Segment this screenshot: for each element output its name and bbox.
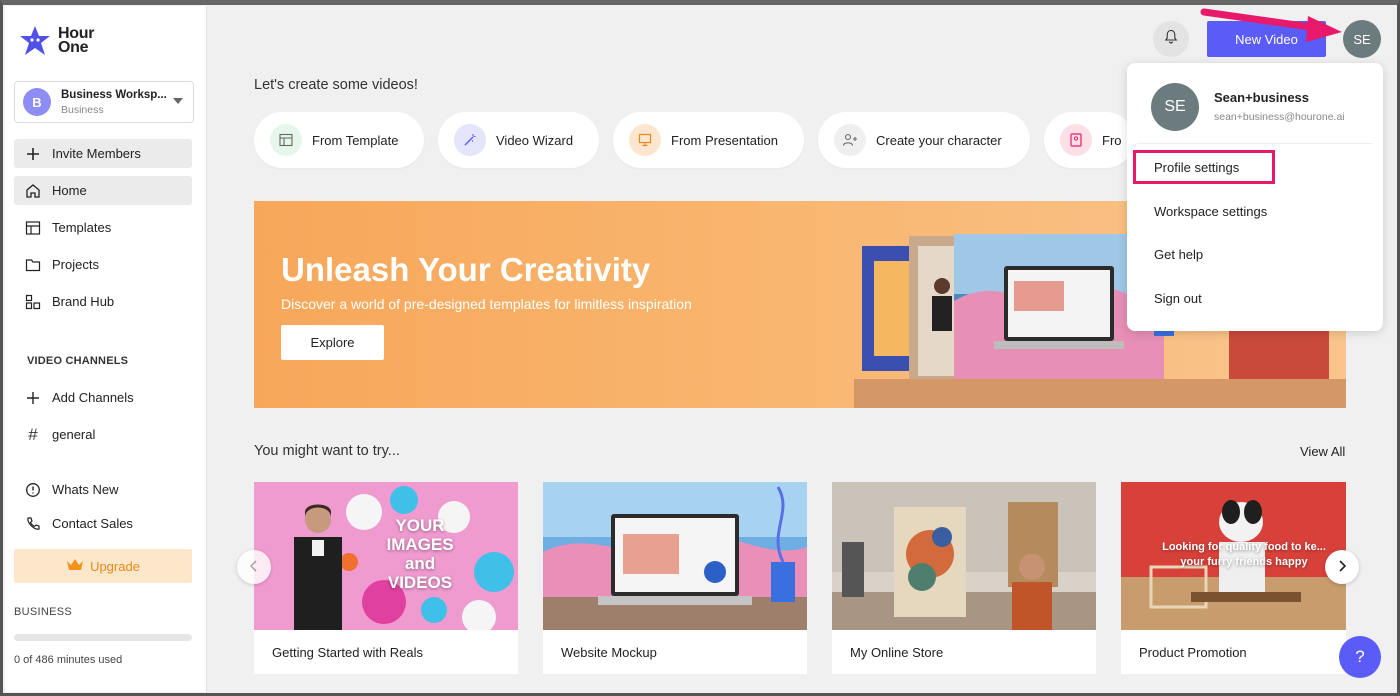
sidebar-item-projects[interactable]: Projects [14, 250, 192, 279]
card-thumbnail-text: Looking for quality food to ke... your f… [1162, 541, 1326, 568]
upgrade-button[interactable]: Upgrade [14, 549, 192, 583]
template-card[interactable]: YOUR IMAGES and VIDEOS Getting Started w… [254, 482, 518, 674]
suggestions-heading: You might want to try... [254, 443, 400, 459]
template-card[interactable]: Website Mockup [543, 482, 807, 674]
from-portrait-button[interactable]: Fro [1044, 112, 1134, 168]
phone-icon [24, 515, 42, 533]
card-thumbnail: Looking for quality food to ke... your f… [1121, 482, 1346, 630]
video-channels-heading: VIDEO CHANNELS [27, 355, 129, 367]
from-template-button[interactable]: From Template [254, 112, 424, 168]
sign-out-item[interactable]: Sign out [1154, 291, 1202, 306]
workspace-switcher[interactable]: B Business Worksp... Business [14, 81, 194, 123]
whats-new-button[interactable]: Whats New [14, 475, 192, 504]
from-presentation-button[interactable]: From Presentation [613, 112, 804, 168]
brand-hub-icon [24, 293, 42, 311]
sidebar-item-home[interactable]: Home [14, 176, 192, 205]
add-channels-label: Add Channels [52, 390, 134, 405]
banner-title: Unleash Your Creativity [281, 251, 651, 288]
carousel-prev-button[interactable] [237, 550, 271, 584]
notifications-button[interactable] [1153, 21, 1189, 57]
add-channels-button[interactable]: Add Channels [14, 383, 192, 412]
whats-new-label: Whats New [52, 482, 119, 497]
sidebar-item-label: Brand Hub [52, 294, 115, 309]
folder-icon [24, 256, 42, 274]
annotation-highlight-box [1133, 150, 1275, 184]
sidebar-item-label: Templates [52, 220, 112, 235]
card-thumbnail [543, 482, 807, 630]
logo-text: Hour One [58, 25, 95, 56]
templates-icon [24, 219, 42, 237]
workspace-avatar: B [23, 88, 51, 116]
sidebar-item-label: Home [52, 183, 87, 198]
card-thumbnail-text: YOUR IMAGES and VIDEOS [386, 516, 454, 592]
quick-action-label: Video Wizard [496, 132, 574, 148]
view-all-link[interactable]: View All [1300, 444, 1345, 459]
sidebar-item-brand-hub[interactable]: Brand Hub [14, 287, 192, 316]
gift-icon [24, 481, 42, 499]
channel-label: general [52, 427, 96, 442]
menu-divider [1137, 143, 1373, 144]
hash-icon: # [28, 424, 38, 444]
quick-action-label: Fro [1102, 132, 1122, 148]
quick-action-label: Create your character [876, 132, 1002, 148]
video-wizard-button[interactable]: Video Wizard [438, 112, 599, 168]
home-icon [24, 182, 42, 200]
presentation-icon [629, 124, 661, 156]
chevron-right-icon [1337, 559, 1347, 575]
upgrade-label: Upgrade [90, 558, 140, 574]
profile-email: sean+business@hourone.ai [1214, 111, 1345, 123]
explore-button[interactable]: Explore [281, 325, 384, 360]
contact-sales-button[interactable]: Contact Sales [14, 509, 192, 538]
create-character-button[interactable]: Create your character [818, 112, 1030, 168]
get-help-item[interactable]: Get help [1154, 247, 1203, 262]
card-title: Product Promotion [1139, 645, 1247, 660]
logo-star-icon [18, 24, 52, 58]
invite-members-button[interactable]: Invite Members [14, 139, 192, 168]
contact-sales-label: Contact Sales [52, 516, 133, 531]
sidebar-item-label: Projects [52, 257, 99, 272]
template-card[interactable]: Looking for quality food to ke... your f… [1121, 482, 1346, 674]
quick-action-label: From Presentation [671, 132, 778, 148]
plus-icon [24, 389, 42, 407]
add-person-icon [834, 124, 866, 156]
bell-icon [1164, 29, 1178, 49]
invite-members-label: Invite Members [52, 146, 141, 161]
hour-one-logo[interactable]: Hour One [18, 24, 94, 58]
quick-action-label: From Template [312, 132, 399, 148]
portrait-icon [1060, 124, 1092, 156]
usage-text: 0 of 486 minutes used [14, 654, 123, 666]
sidebar-item-templates[interactable]: Templates [14, 213, 192, 242]
card-title: My Online Store [850, 645, 944, 660]
card-thumbnail: YOUR IMAGES and VIDEOS [254, 482, 518, 630]
crown-icon [66, 558, 84, 575]
profile-avatar: SE [1151, 83, 1199, 131]
plan-label: BUSINESS [14, 606, 73, 618]
help-button[interactable]: ? [1339, 636, 1381, 678]
workspace-name: Business Worksp... [61, 88, 167, 101]
card-title: Getting Started with Reals [272, 645, 424, 660]
caret-down-icon [173, 98, 183, 104]
sidebar: Hour One B Business Worksp... Business I… [5, 6, 207, 692]
usage-progress-bar [14, 634, 192, 641]
template-card[interactable]: My Online Store [832, 482, 1096, 674]
chevron-left-icon [249, 559, 259, 575]
workspace-settings-item[interactable]: Workspace settings [1154, 204, 1267, 219]
banner-subtitle: Discover a world of pre-designed templat… [281, 296, 692, 312]
greeting-heading: Let's create some videos! [254, 77, 418, 93]
wand-icon [454, 124, 486, 156]
workspace-plan: Business [61, 103, 104, 116]
template-icon [270, 124, 302, 156]
profile-name: Sean+business [1214, 90, 1310, 105]
card-thumbnail [832, 482, 1096, 630]
plus-icon [24, 145, 42, 163]
profile-dropdown-menu: SE Sean+business sean+business@hourone.a… [1127, 63, 1383, 331]
annotation-arrow-icon [1200, 8, 1342, 42]
card-title: Website Mockup [561, 645, 657, 660]
carousel-next-button[interactable] [1325, 550, 1359, 584]
channel-general[interactable]: # general [14, 420, 192, 449]
